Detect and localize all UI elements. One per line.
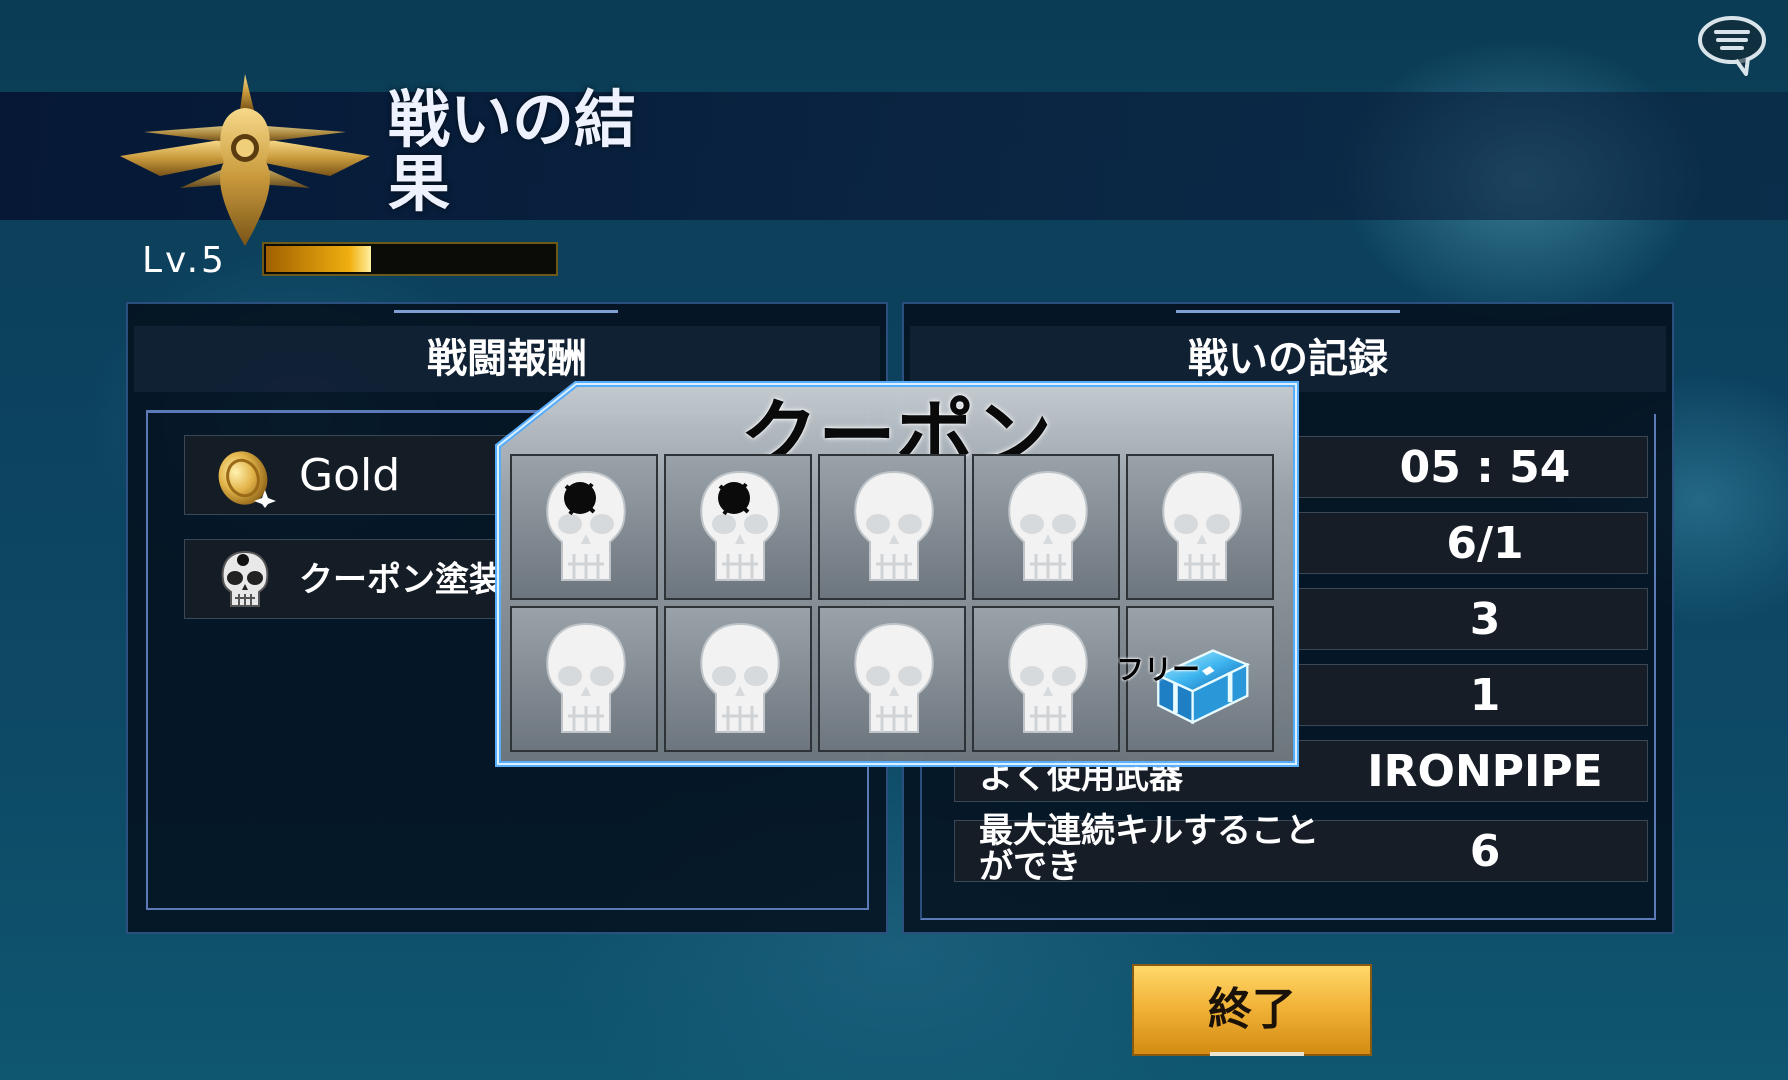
skull-icon — [1162, 470, 1242, 581]
coupon-slot — [818, 606, 966, 752]
page-title: 戦いの結果 — [388, 83, 637, 220]
coupon-stamp-grid: フリー — [510, 454, 1282, 754]
coupon-slot — [1126, 454, 1274, 600]
coupon-slot — [510, 454, 658, 600]
skull-icon — [700, 622, 780, 733]
chat-bubble-icon[interactable] — [1696, 14, 1768, 76]
gold-coin-icon — [218, 451, 276, 508]
xp-progress-bar — [262, 242, 558, 276]
skull-icon — [700, 470, 780, 581]
coupon-popup: クーポン フリー — [490, 376, 1302, 772]
coupon-slot — [818, 454, 966, 600]
record-row-value: IRONPIPE — [1367, 746, 1603, 797]
skull-icon — [1008, 622, 1088, 733]
skull-icon — [1008, 470, 1088, 581]
skull-icon — [854, 622, 934, 733]
end-button[interactable]: 終了 — [1132, 964, 1372, 1056]
coupon-slot — [510, 606, 658, 752]
free-chest-label: フリー — [1116, 653, 1201, 686]
record-row-value: 1 — [1469, 670, 1501, 721]
xp-progress-fill — [266, 246, 372, 272]
reward-item-label: クーポン塗装 — [299, 560, 503, 600]
coupon-slot — [664, 454, 812, 600]
end-button-underline — [1210, 1052, 1304, 1056]
skull-icon — [221, 550, 269, 607]
record-row-label: 最大連続キルすることができ — [979, 811, 1319, 887]
coupon-slot — [972, 606, 1120, 752]
coupon-slot — [664, 606, 812, 752]
record-row-max-streak: 最大連続キルすることができ 6 — [954, 813, 1648, 885]
record-row-value: 3 — [1469, 594, 1501, 645]
skull-icon — [854, 470, 934, 581]
record-row-value: 6/1 — [1446, 518, 1524, 569]
panel-accent-line — [394, 310, 618, 313]
reward-item-label: Gold — [299, 450, 401, 501]
coupon-slot — [972, 454, 1120, 600]
level-label: Lv.5 — [142, 240, 227, 281]
coupon-slot-free-chest: フリー — [1116, 606, 1274, 752]
record-row-value: 05 : 54 — [1399, 442, 1571, 493]
record-row-value: 6 — [1469, 826, 1501, 877]
panel-accent-line — [1176, 310, 1400, 313]
end-button-label: 終了 — [1208, 984, 1296, 1035]
skull-icon — [546, 622, 626, 733]
skull-icon — [546, 470, 626, 581]
eagle-rank-emblem-icon — [120, 74, 370, 246]
